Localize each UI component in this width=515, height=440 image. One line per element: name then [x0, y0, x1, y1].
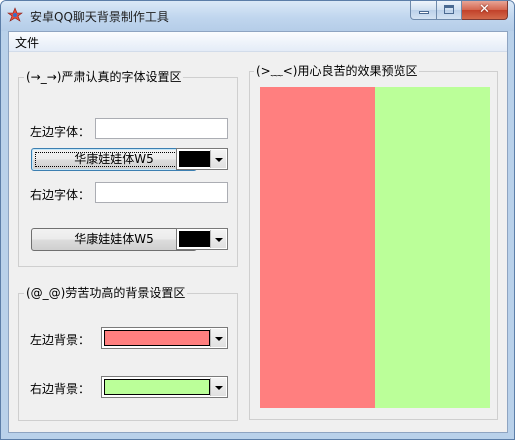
- preview-legend: (>﹏<)用心良苦的效果预览区: [254, 64, 420, 79]
- font-settings-legend: (→_→)严肃认真的字体设置区: [24, 70, 184, 85]
- right-font-color-combo[interactable]: [176, 228, 228, 250]
- close-icon: ✕: [479, 2, 490, 17]
- client-area: 文件 (→_→)严肃认真的字体设置区 左边字体： 华康娃娃体W5 右边字体： 华…: [8, 31, 508, 433]
- menu-bar: 文件: [9, 32, 507, 52]
- left-background-swatch: [104, 330, 210, 346]
- focus-ring: [35, 152, 193, 167]
- maximize-button[interactable]: [437, 1, 462, 20]
- chevron-down-icon[interactable]: [210, 329, 226, 347]
- chevron-down-icon[interactable]: [210, 150, 226, 168]
- app-icon: [7, 7, 23, 22]
- window-title: 安卓QQ聊天背景制作工具: [30, 10, 169, 24]
- app-window: 安卓QQ聊天背景制作工具 ✕ 文件 (→_→)严肃认真的字体设置区 左边字体： …: [0, 0, 515, 440]
- right-font-input[interactable]: [95, 182, 228, 203]
- left-font-label: 左边字体：: [30, 125, 91, 139]
- left-font-color-swatch: [179, 151, 210, 167]
- right-font-color-swatch: [179, 231, 210, 247]
- right-font-button-label: 华康娃娃体W5: [74, 232, 154, 246]
- window-controls: ✕: [410, 1, 508, 20]
- background-settings-legend: (@_@)劳苦功高的背景设置区: [24, 286, 188, 301]
- minimize-button[interactable]: [410, 1, 437, 20]
- left-font-button[interactable]: 华康娃娃体W5: [31, 148, 197, 171]
- left-background-color-combo[interactable]: [101, 327, 228, 349]
- right-background-label: 右边背景：: [30, 382, 91, 396]
- right-font-label: 右边字体：: [30, 188, 91, 202]
- left-font-input[interactable]: [95, 118, 228, 139]
- background-settings-group: (@_@)劳苦功高的背景设置区 左边背景： 右边背景：: [18, 286, 238, 421]
- preview-group: (>﹏<)用心良苦的效果预览区: [249, 64, 498, 420]
- title-bar[interactable]: 安卓QQ聊天背景制作工具 ✕: [1, 1, 514, 31]
- right-background-color-combo[interactable]: [101, 376, 228, 398]
- right-background-swatch: [104, 379, 210, 395]
- right-font-button[interactable]: 华康娃娃体W5: [31, 228, 197, 251]
- preview-left-panel: [260, 87, 375, 408]
- left-font-color-combo[interactable]: [176, 148, 228, 170]
- left-background-label: 左边背景：: [30, 333, 91, 347]
- chevron-down-icon[interactable]: [210, 378, 226, 396]
- chevron-down-icon[interactable]: [210, 230, 226, 248]
- menu-file[interactable]: 文件: [15, 34, 39, 51]
- font-settings-group: (→_→)严肃认真的字体设置区 左边字体： 华康娃娃体W5 右边字体： 华康娃娃…: [18, 70, 238, 267]
- maximize-icon: [444, 5, 454, 14]
- close-button[interactable]: ✕: [462, 1, 508, 20]
- preview-right-panel: [375, 87, 490, 408]
- minimize-icon: [419, 11, 429, 14]
